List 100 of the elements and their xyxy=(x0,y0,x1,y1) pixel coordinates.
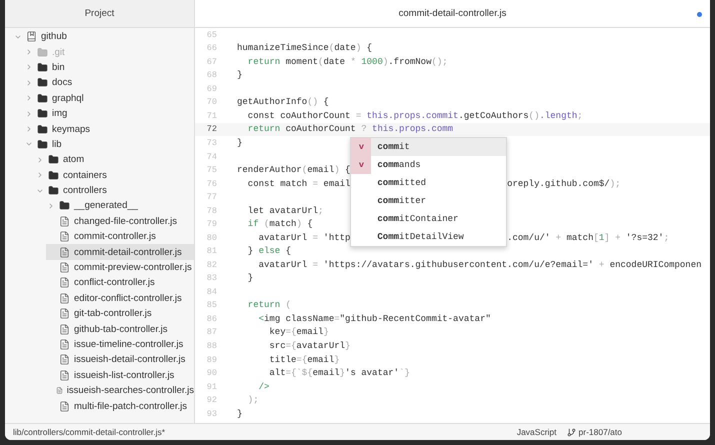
folder-icon xyxy=(48,154,59,166)
suggestion-item[interactable]: CommitDetailView xyxy=(351,228,506,246)
line-number: 76 xyxy=(206,178,217,189)
file-icon xyxy=(59,308,70,320)
line-number: 83 xyxy=(206,273,217,284)
code-line: /> xyxy=(258,382,270,392)
line-number: 78 xyxy=(206,206,217,216)
file-icon xyxy=(59,339,70,350)
line-number: 81 xyxy=(206,246,217,256)
line-number: 77 xyxy=(206,192,217,202)
file-icon xyxy=(59,246,70,258)
tree-item[interactable]: keymaps xyxy=(24,121,194,137)
tree-item[interactable]: issueish-list-controller.js xyxy=(46,368,194,383)
tree-item[interactable]: changed-file-controller.js xyxy=(46,214,194,230)
line-number: 92 xyxy=(206,395,217,406)
branch-label[interactable]: pr-1807/ato xyxy=(566,427,622,437)
line-number: 75 xyxy=(206,165,217,176)
line-number: 87 xyxy=(206,327,217,338)
line-number: 88 xyxy=(206,340,217,351)
line-number: 79 xyxy=(206,219,217,230)
suggestion-item[interactable]: v commit xyxy=(351,138,506,156)
grammar-label[interactable]: JavaScript xyxy=(516,427,557,437)
tree-item[interactable]: github xyxy=(13,29,194,44)
file-icon xyxy=(56,385,63,396)
tree-item[interactable]: git-tab-controller.js xyxy=(46,306,194,322)
suggestion-item[interactable]: v commands xyxy=(351,156,506,174)
tree-item[interactable]: controllers xyxy=(35,182,194,198)
tree-item[interactable]: issueish-searches-controller.js xyxy=(46,382,194,398)
folder-icon xyxy=(37,138,48,150)
code-line: humanizeTimeSince(date) { xyxy=(237,43,372,54)
file-icon xyxy=(59,231,70,242)
file-icon xyxy=(59,324,70,335)
line-number: 93 xyxy=(206,408,217,419)
line-number: 67 xyxy=(206,56,217,67)
suggestion-item[interactable]: committed xyxy=(351,174,506,192)
line-number: 73 xyxy=(206,138,217,148)
tree-item[interactable]: img xyxy=(24,106,194,122)
line-number: 86 xyxy=(206,314,217,324)
branch-icon xyxy=(566,428,576,436)
folder-icon xyxy=(37,108,48,120)
line-number: 72 xyxy=(206,124,217,134)
tree-item[interactable]: editor-conflict-controller.js xyxy=(46,290,194,306)
line-number: 74 xyxy=(206,152,217,162)
code-line: .com/u/' + match[1] + '?s=32'; xyxy=(507,232,670,243)
suggestion-item[interactable]: committer xyxy=(351,192,506,210)
file-icon xyxy=(59,400,70,412)
tree-item[interactable]: containers xyxy=(35,168,194,183)
code-line: title={email} xyxy=(268,354,340,365)
code-line: renderAuthor(email) { xyxy=(237,165,350,176)
tree-item[interactable]: commit-controller.js xyxy=(46,229,194,244)
tree-item[interactable]: bin xyxy=(24,60,194,76)
suggestion-item[interactable]: commitContainer xyxy=(351,210,506,228)
editor-tab[interactable]: commit-detail-controller.js xyxy=(195,0,710,27)
folder-icon xyxy=(59,200,70,212)
code-line: } xyxy=(246,273,254,284)
file-icon xyxy=(59,216,70,227)
folder-icon xyxy=(37,77,48,88)
code-line: oreply.github.com$/); xyxy=(507,178,620,189)
line-number: 69 xyxy=(206,84,217,94)
tree-item[interactable]: issueish-detail-controller.js xyxy=(46,352,194,368)
folder-icon xyxy=(37,62,48,73)
tree-item[interactable]: graphql xyxy=(24,90,194,106)
line-number: 66 xyxy=(206,43,217,54)
code-line: <img className="github-RecentCommit-avatar" xyxy=(258,314,491,324)
tree-item[interactable]: commit-detail-controller.js xyxy=(46,244,194,260)
code-line: } xyxy=(237,138,242,148)
tree-item[interactable]: github-tab-controller.js xyxy=(46,321,194,337)
code-line: return ( xyxy=(246,300,292,310)
file-icon xyxy=(59,354,70,366)
tree-item[interactable]: issue-timeline-controller.js xyxy=(46,336,194,352)
line-number: 68 xyxy=(206,70,217,80)
code-line: const match = email xyxy=(246,178,350,189)
line-number: 84 xyxy=(206,286,217,297)
tree-item[interactable]: docs xyxy=(24,75,194,91)
code-line: alt={`${email}'s avatar'`} xyxy=(268,368,410,378)
code-line: src={avatarUrl} xyxy=(268,340,350,351)
tree-item[interactable]: conflict-controller.js xyxy=(46,275,194,291)
code-line: ); xyxy=(246,395,259,406)
line-number: 82 xyxy=(206,260,217,270)
tree-item[interactable]: lib xyxy=(24,136,194,152)
file-icon xyxy=(59,370,70,381)
tree-item[interactable]: commit-preview-controller.js xyxy=(46,260,194,276)
tree-item[interactable]: atom xyxy=(35,152,194,168)
line-number: 71 xyxy=(206,110,217,121)
folder-icon xyxy=(48,170,59,181)
code-line: } xyxy=(237,408,242,419)
code-line: } xyxy=(237,70,242,80)
file-path: lib/controllers/commit-detail-controller.js* xyxy=(13,427,166,437)
code-line: avatarUrl = 'http xyxy=(258,232,350,243)
file-icon xyxy=(59,292,70,304)
line-number: 89 xyxy=(206,354,217,365)
line-number: 80 xyxy=(206,232,217,243)
tree-item[interactable]: multi-file-patch-controller.js xyxy=(46,398,194,414)
code-line: avatarUrl = 'https://avatars.githubusercontent.com/u/e?email=' + encodeURIComponen xyxy=(258,260,702,270)
repository-icon xyxy=(26,31,37,42)
tree-item[interactable]: __generated__ xyxy=(46,198,194,214)
panel-title: Project xyxy=(5,0,194,28)
line-number: 91 xyxy=(206,382,217,392)
code-line: let avatarUrl; xyxy=(246,206,324,216)
code-line: if (match) { xyxy=(246,219,313,230)
